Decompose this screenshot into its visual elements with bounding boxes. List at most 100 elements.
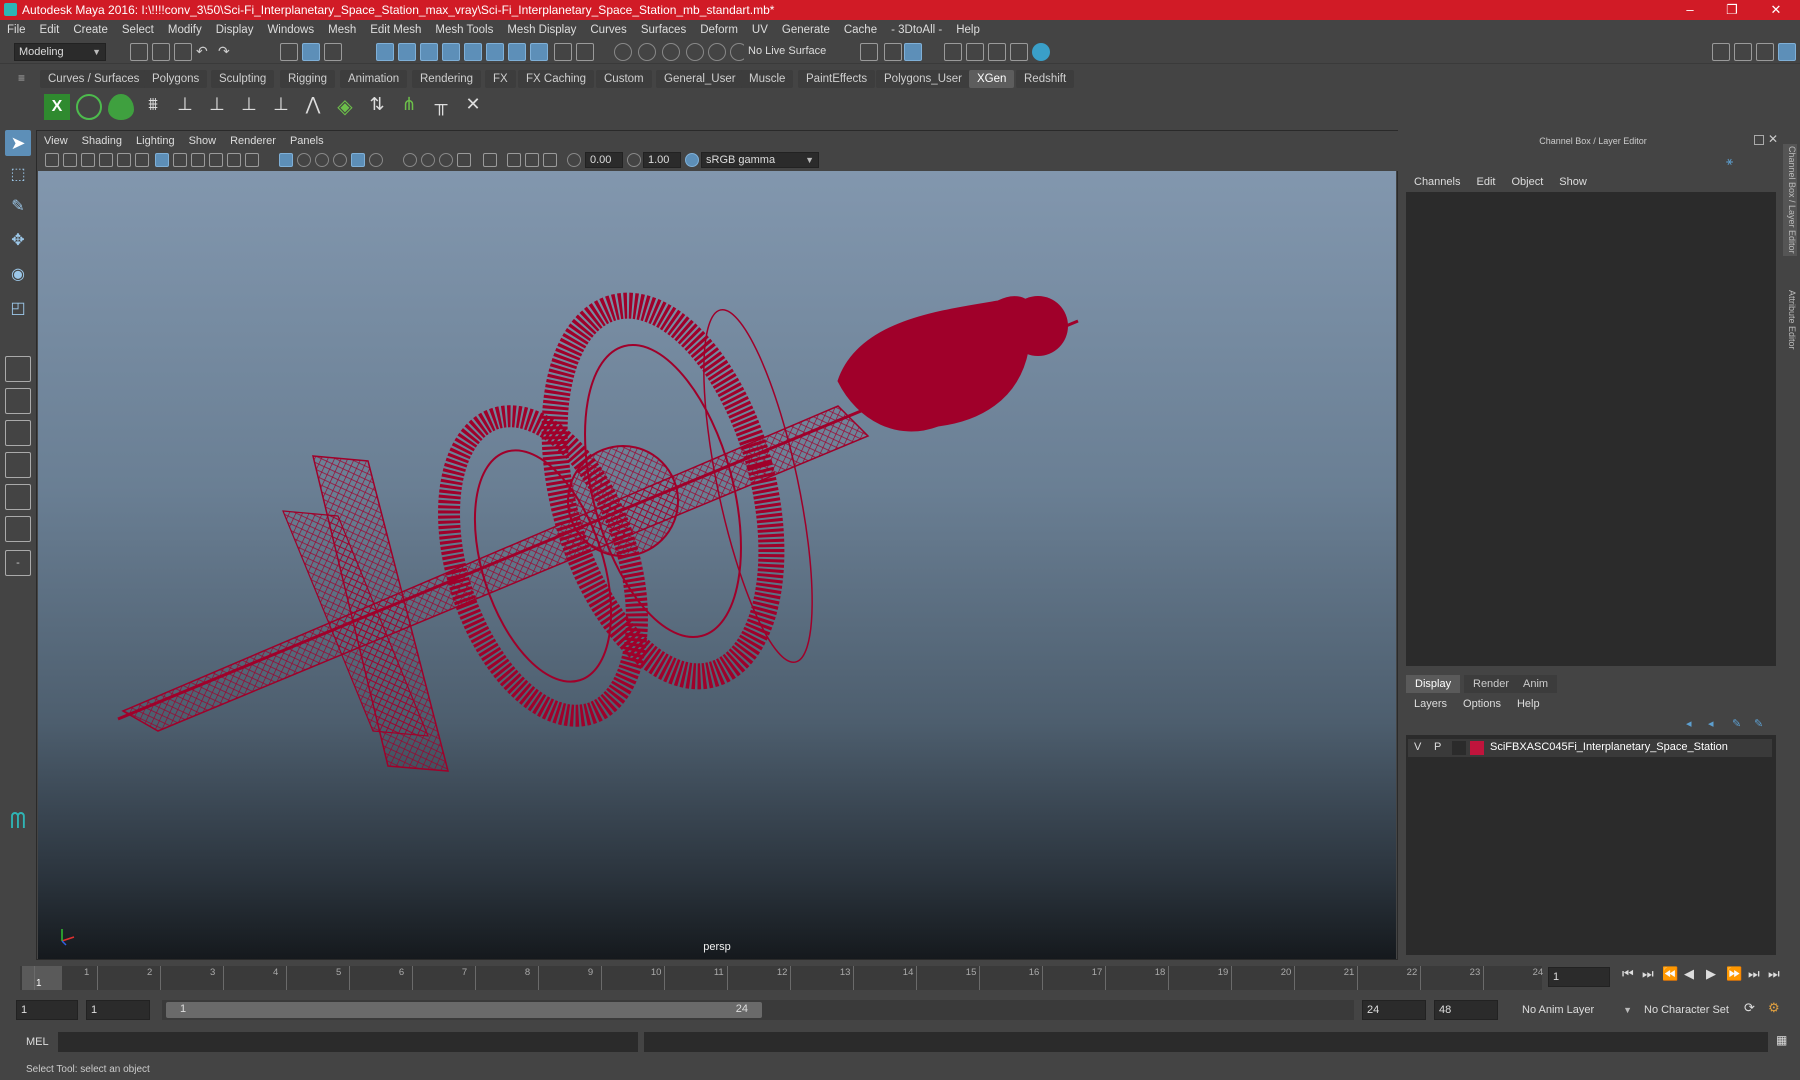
xray-joints-icon[interactable]	[525, 153, 539, 167]
object-menu[interactable]: Object	[1503, 172, 1551, 192]
menu-edit[interactable]: Edit	[33, 20, 67, 40]
viewport-canvas[interactable]: persp	[38, 171, 1396, 959]
new-scene-icon[interactable]	[130, 43, 148, 61]
step-forward-key-icon[interactable]: ⏭	[1748, 966, 1760, 982]
xgen-create-description-icon[interactable]	[108, 94, 134, 120]
xgen-guide-append-icon[interactable]: ⊥	[204, 94, 230, 120]
shelf-tab-muscle[interactable]: Muscle	[741, 70, 794, 88]
select-component-icon[interactable]	[324, 43, 342, 61]
current-frame-field[interactable]: 1	[1548, 967, 1610, 987]
history-icon[interactable]	[508, 43, 526, 61]
move-tool-icon[interactable]: ✥	[5, 228, 31, 254]
xgen-preview-icon[interactable]	[76, 94, 102, 120]
shelf-tab-animation[interactable]: Animation	[340, 70, 408, 88]
persp-outliner-layout-icon[interactable]	[5, 420, 31, 446]
xgen-groom-icon[interactable]: ╥	[428, 94, 454, 120]
close-panel-icon[interactable]: ✕	[1768, 132, 1778, 146]
gate-mask-icon[interactable]	[209, 153, 223, 167]
camera-attributes-icon[interactable]	[63, 153, 77, 167]
character-set-dropdown[interactable]: No Character Set	[1640, 1000, 1760, 1020]
open-scene-icon[interactable]	[152, 43, 170, 61]
shelf-tab-curves-surfaces[interactable]: Curves / Surfaces	[40, 70, 148, 88]
step-back-key-icon[interactable]: ⏭	[1642, 966, 1654, 982]
render-setup-icon[interactable]	[988, 43, 1006, 61]
paint-select-icon[interactable]	[638, 43, 656, 61]
menu-cache[interactable]: Cache	[837, 20, 884, 40]
single-perspective-layout-icon[interactable]	[5, 356, 31, 382]
play-forwards-icon[interactable]: ▶	[1706, 966, 1716, 982]
options-menu[interactable]: Options	[1455, 693, 1509, 715]
channel-box-body[interactable]	[1406, 192, 1776, 666]
go-to-end-icon[interactable]: ⏭	[1768, 966, 1780, 982]
gamma-field[interactable]: 1.00	[643, 152, 681, 168]
shelf-tab-sculpting[interactable]: Sculpting	[211, 70, 275, 88]
viewport-menu-show[interactable]: Show	[182, 131, 224, 151]
layer-reference-toggle[interactable]	[1452, 741, 1466, 755]
menu-windows[interactable]: Windows	[260, 20, 321, 40]
layer-tab-anim[interactable]: Anim	[1514, 675, 1558, 693]
camera-icon[interactable]	[45, 153, 59, 167]
menu-deform[interactable]: Deform	[693, 20, 745, 40]
render-settings-icon[interactable]	[944, 43, 962, 61]
menu-mesh-tools[interactable]: Mesh Tools	[428, 20, 500, 40]
shelf-tab-rendering[interactable]: Rendering	[412, 70, 482, 88]
soft-select-icon[interactable]	[662, 43, 680, 61]
menu-display[interactable]: Display	[209, 20, 261, 40]
snap-center-icon[interactable]	[486, 43, 504, 61]
shelf-tab-xgen[interactable]: XGen	[969, 70, 1015, 88]
shelf-menu-icon[interactable]: ≡	[18, 71, 36, 89]
select-tool-icon[interactable]: ➤	[5, 130, 31, 156]
hypershade-icon[interactable]	[966, 43, 984, 61]
layer-name[interactable]: SciFBXASC045Fi_Interplanetary_Space_Stat…	[1490, 741, 1728, 753]
2d-pan-zoom-icon[interactable]	[117, 153, 131, 167]
field-chart-icon[interactable]	[227, 153, 241, 167]
viewport-menu-lighting[interactable]: Lighting	[129, 131, 182, 151]
anim-layer-dropdown[interactable]: No Anim Layer ▼	[1518, 1000, 1636, 1020]
use-lights-icon[interactable]	[351, 153, 365, 167]
range-bar[interactable]: 1 24	[166, 1002, 762, 1018]
shadows-icon[interactable]	[369, 153, 383, 167]
menu-mesh[interactable]: Mesh	[321, 20, 363, 40]
side-tab-channel-box[interactable]: Channel Box / Layer Editor	[1783, 144, 1797, 256]
select-object-icon[interactable]	[302, 43, 320, 61]
layer-tab-render[interactable]: Render	[1464, 675, 1519, 693]
new-layer-icon[interactable]: ✎	[1732, 717, 1741, 730]
gamma-icon[interactable]	[627, 153, 641, 167]
save-scene-icon[interactable]	[174, 43, 192, 61]
menu-select[interactable]: Select	[115, 20, 161, 40]
lasso-icon[interactable]	[614, 43, 632, 61]
channels-menu[interactable]: Channels	[1406, 172, 1468, 192]
view-transform-dropdown[interactable]: sRGB gamma ▼	[701, 152, 819, 168]
layer-row[interactable]: V P SciFBXASC045Fi_Interplanetary_Space_…	[1408, 739, 1772, 757]
new-layer-selected-icon[interactable]: ✎	[1754, 717, 1763, 730]
xgen-guide-bend-icon[interactable]: ⊥	[268, 94, 294, 120]
channel-box-mode-icon[interactable]: ⚹	[1726, 154, 1733, 169]
image-plane-icon[interactable]	[99, 153, 113, 167]
edit-menu[interactable]: Edit	[1468, 172, 1503, 192]
animation-end-field[interactable]: 48	[1434, 1000, 1498, 1020]
playback-end-field[interactable]: 24	[1362, 1000, 1426, 1020]
light-editor-icon[interactable]	[1010, 43, 1028, 61]
snap-point-icon[interactable]	[420, 43, 438, 61]
viewport-menu-view[interactable]: View	[37, 131, 75, 151]
scale-tool-icon[interactable]: ◰	[5, 296, 31, 322]
exposure-icon[interactable]	[567, 153, 581, 167]
xgen-guide-sculpt-icon[interactable]: ⊥	[172, 94, 198, 120]
viewport-menu-renderer[interactable]: Renderer	[223, 131, 283, 151]
menu-help[interactable]: Help	[949, 20, 987, 40]
xgen-layer-icon[interactable]: ◈	[332, 94, 358, 120]
construction-history-icon[interactable]	[530, 43, 548, 61]
command-language-label[interactable]: MEL	[26, 1036, 49, 1048]
xgen-grass-icon[interactable]: ⋔	[396, 94, 422, 120]
grease-pencil-icon[interactable]	[135, 153, 149, 167]
snap-curve-icon[interactable]	[398, 43, 416, 61]
shelf-tab-fx-caching[interactable]: FX Caching	[518, 70, 595, 88]
wireframe-icon[interactable]	[279, 153, 293, 167]
animation-preferences-icon[interactable]: ⚙	[1768, 1000, 1780, 1016]
mode-selector[interactable]: Modeling ▼	[14, 43, 106, 61]
menu-edit-mesh[interactable]: Edit Mesh	[363, 20, 428, 40]
shelf-tab-redshift[interactable]: Redshift	[1016, 70, 1075, 88]
layer-playback-toggle[interactable]: P	[1434, 741, 1441, 753]
lock-icon[interactable]	[554, 43, 572, 61]
side-tab-attribute-editor[interactable]: Attribute Editor	[1783, 290, 1797, 350]
